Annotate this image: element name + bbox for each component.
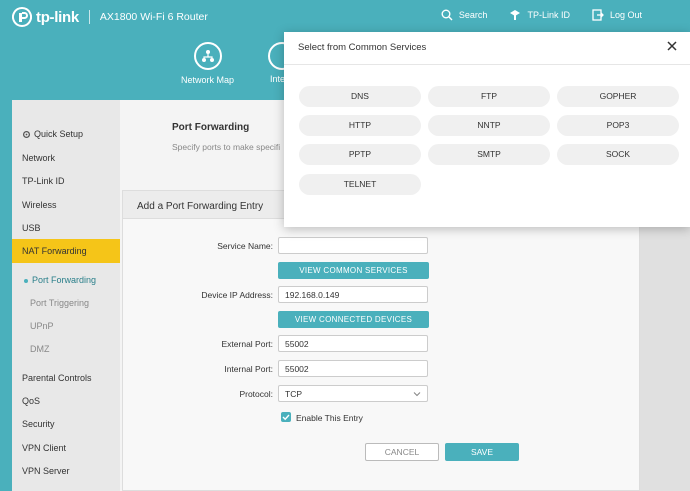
internal-port-row: Internal Port: 55002 (123, 360, 641, 378)
active-bullet (24, 278, 28, 283)
protocol-label: Protocol: (239, 389, 273, 399)
service-option-pptp[interactable]: PPTP (299, 144, 421, 165)
sidebar-item-quick-setup[interactable]: Quick Setup (22, 129, 83, 139)
modal-title: Select from Common Services (298, 42, 427, 53)
service-name-row: Service Name: (123, 237, 641, 255)
tplink-logo-icon (12, 7, 32, 27)
sidebar-item-qos[interactable]: QoS (22, 396, 40, 406)
device-ip-label: Device IP Address: (201, 290, 273, 300)
protocol-row: Protocol: TCP (123, 385, 641, 403)
gear-icon (22, 131, 31, 139)
close-icon[interactable] (665, 39, 679, 53)
sidebar-subitem-upnp[interactable]: UPnP (30, 321, 54, 331)
service-name-label: Service Name: (217, 241, 273, 251)
nav-network-map-label: Network Map (180, 75, 234, 85)
tplink-id-icon (510, 10, 521, 20)
service-option-gopher[interactable]: GOPHER (557, 86, 679, 107)
tplink-id-label: TP-Link ID (527, 10, 570, 20)
external-port-label: External Port: (221, 339, 274, 349)
service-option-nntp[interactable]: NNTP (428, 115, 550, 136)
sidebar-subitem-dmz[interactable]: DMZ (30, 344, 50, 354)
top-actions: Search TP-Link ID Log Out (441, 9, 642, 21)
device-ip-input[interactable]: 192.168.0.149 (278, 286, 428, 303)
sidebar-item-tplink-id[interactable]: TP-Link ID (22, 176, 65, 186)
service-option-http[interactable]: HTTP (299, 115, 421, 136)
add-entry-dialog: Add a Port Forwarding Entry Service Name… (122, 190, 640, 491)
sidebar-item-vpn-client[interactable]: VPN Client (22, 443, 66, 453)
logo-separator (88, 10, 90, 24)
model-name: AX1800 Wi-Fi 6 Router (99, 11, 208, 23)
enable-entry-checkbox[interactable] (281, 412, 291, 422)
protocol-select[interactable]: TCP (278, 385, 428, 402)
protocol-value: TCP (285, 389, 302, 399)
nav-network-map[interactable]: Network Map (170, 42, 245, 85)
main-nav: Network Map (170, 42, 245, 85)
search-label: Search (458, 10, 488, 20)
service-option-ftp[interactable]: FTP (428, 86, 550, 107)
sidebar-item-parental-controls[interactable]: Parental Controls (22, 373, 92, 383)
sidebar-item-vpn-server[interactable]: VPN Server (22, 466, 70, 476)
sidebar-subitem-label: Port Forwarding (32, 275, 97, 285)
sidebar-item-usb[interactable]: USB (22, 223, 41, 233)
sidebar-item-nat-forwarding[interactable]: NAT Forwarding (22, 246, 87, 256)
logo-text: tp-link (36, 8, 79, 26)
sidebar-subitem-port-triggering[interactable]: Port Triggering (30, 298, 89, 308)
search-icon (441, 9, 453, 21)
logout-icon (592, 9, 604, 21)
sidebar-item-network[interactable]: Network (22, 153, 55, 163)
service-option-pop3[interactable]: POP3 (557, 115, 679, 136)
external-port-row: External Port: 55002 (123, 335, 641, 353)
common-services-modal: Select from Common Services DNS FTP GOPH… (284, 32, 690, 227)
external-port-input[interactable]: 55002 (278, 335, 428, 352)
cancel-button[interactable]: CANCEL (365, 443, 439, 461)
internal-port-label: Internal Port: (224, 364, 273, 374)
nav-internet-label[interactable]: Inte (270, 74, 285, 84)
tplink-id-button[interactable]: TP-Link ID (509, 9, 570, 21)
search-button[interactable]: Search (441, 9, 488, 21)
logout-button[interactable]: Log Out (592, 9, 642, 21)
internal-port-input[interactable]: 55002 (278, 360, 428, 377)
checkmark-icon (282, 414, 290, 421)
network-map-icon (193, 42, 222, 70)
service-option-dns[interactable]: DNS (299, 86, 421, 107)
sidebar-item-security[interactable]: Security (22, 419, 55, 429)
service-option-sock[interactable]: SOCK (557, 144, 679, 165)
page-title: Port Forwarding (172, 122, 250, 133)
chevron-down-icon (413, 392, 421, 397)
service-option-smtp[interactable]: SMTP (428, 144, 550, 165)
sidebar: Quick Setup Network TP-Link ID Wireless … (12, 100, 120, 491)
sidebar-subitem-port-forwarding[interactable]: Port Forwarding (24, 275, 96, 285)
service-name-input[interactable] (278, 237, 428, 254)
enable-entry-label: Enable This Entry (296, 413, 363, 423)
view-connected-devices-button[interactable]: VIEW CONNECTED DEVICES (278, 311, 429, 328)
device-ip-row: Device IP Address: 192.168.0.149 (123, 286, 641, 304)
brand: tp-link AX1800 Wi-Fi 6 Router (12, 7, 208, 27)
save-button[interactable]: SAVE (445, 443, 519, 461)
service-option-telnet[interactable]: TELNET (299, 174, 421, 195)
logout-label: Log Out (609, 10, 642, 20)
sidebar-item-label: Quick Setup (34, 129, 84, 139)
view-common-services-button[interactable]: VIEW COMMON SERVICES (278, 262, 429, 279)
modal-divider (284, 64, 690, 65)
page-description: Specify ports to make specifi (172, 142, 281, 152)
sidebar-item-wireless[interactable]: Wireless (22, 200, 57, 210)
